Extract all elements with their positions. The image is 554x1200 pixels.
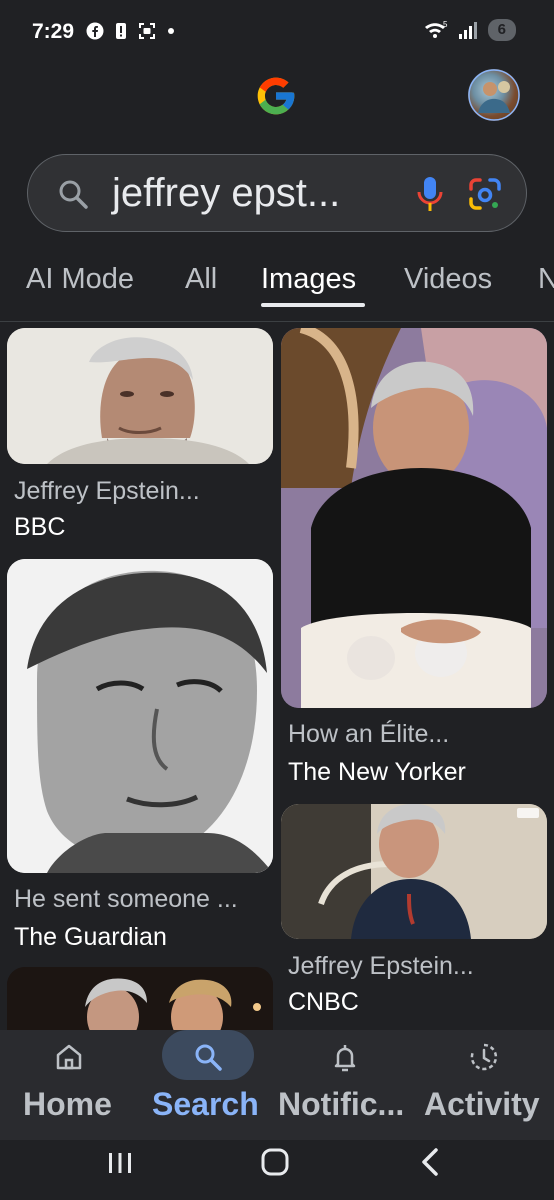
image-result-5-thumbnail[interactable] <box>7 967 273 1030</box>
result-4-title[interactable]: Jeffrey Epstein... <box>288 952 474 981</box>
status-notification-icons <box>86 22 174 40</box>
tab-images[interactable]: Images <box>261 263 356 296</box>
portrait-image <box>7 328 273 464</box>
activity-history-icon[interactable] <box>469 1042 499 1072</box>
search-icon <box>59 180 88 209</box>
search-icon[interactable] <box>193 1042 223 1072</box>
search-tabs: AI Mode All Images Videos N <box>0 255 554 322</box>
nav-label-notifications[interactable]: Notific... <box>278 1086 404 1123</box>
portrait-image <box>7 559 273 873</box>
image-result-2-thumbnail[interactable] <box>281 328 547 708</box>
facebook-icon <box>86 22 104 40</box>
cell-signal-icon <box>458 22 477 39</box>
battery-indicator: 6 <box>487 19 516 41</box>
more-notifications-dot <box>168 28 174 34</box>
active-tab-indicator <box>261 303 365 307</box>
back-icon[interactable] <box>418 1147 442 1177</box>
portrait-image <box>281 328 547 708</box>
microphone-icon[interactable] <box>416 175 444 213</box>
google-g-icon[interactable] <box>254 74 298 118</box>
result-1-title[interactable]: Jeffrey Epstein... <box>14 477 200 506</box>
system-navigation-bar <box>0 1140 554 1200</box>
portrait-image <box>281 804 547 939</box>
nav-label-search[interactable]: Search <box>152 1086 259 1123</box>
nav-label-activity[interactable]: Activity <box>424 1086 540 1123</box>
tab-news[interactable]: N <box>538 263 554 296</box>
portrait-image <box>7 967 273 1030</box>
image-result-4-thumbnail[interactable] <box>281 804 547 939</box>
home-icon[interactable] <box>54 1042 84 1072</box>
wifi-signal-label: 5 <box>443 20 448 29</box>
status-bar: 7:29 5 6 <box>0 0 554 64</box>
result-3-title[interactable]: He sent someone ... <box>14 885 238 914</box>
status-system-icons: 5 6 <box>424 19 516 41</box>
status-time: 7:29 <box>32 20 75 43</box>
tab-videos[interactable]: Videos <box>404 263 492 296</box>
result-2-source[interactable]: The New Yorker <box>288 758 466 787</box>
image-result-1-thumbnail[interactable] <box>7 328 273 464</box>
google-lens-icon[interactable] <box>468 177 502 211</box>
bell-icon[interactable] <box>330 1042 360 1072</box>
search-query[interactable]: jeffrey epst... <box>112 171 340 216</box>
avatar-photo <box>468 69 520 121</box>
recent-apps-icon[interactable] <box>106 1149 134 1177</box>
result-1-source[interactable]: BBC <box>14 513 65 542</box>
bottom-navigation-bar: Home Search Notific... Activity <box>0 1030 554 1140</box>
account-avatar[interactable] <box>468 69 520 121</box>
result-3-source[interactable]: The Guardian <box>14 923 167 952</box>
tab-all[interactable]: All <box>185 263 217 296</box>
result-2-title[interactable]: How an Élite... <box>288 720 449 749</box>
nav-label-home[interactable]: Home <box>23 1086 112 1123</box>
result-4-source[interactable]: CNBC <box>288 988 359 1017</box>
search-bar[interactable]: jeffrey epst... <box>27 154 527 232</box>
home-button-icon[interactable] <box>260 1147 290 1177</box>
alert-icon <box>116 23 126 39</box>
screenshot-icon <box>139 23 155 39</box>
tab-ai-mode[interactable]: AI Mode <box>26 263 134 296</box>
image-result-3-thumbnail[interactable] <box>7 559 273 873</box>
wifi-icon: 5 <box>424 20 448 38</box>
